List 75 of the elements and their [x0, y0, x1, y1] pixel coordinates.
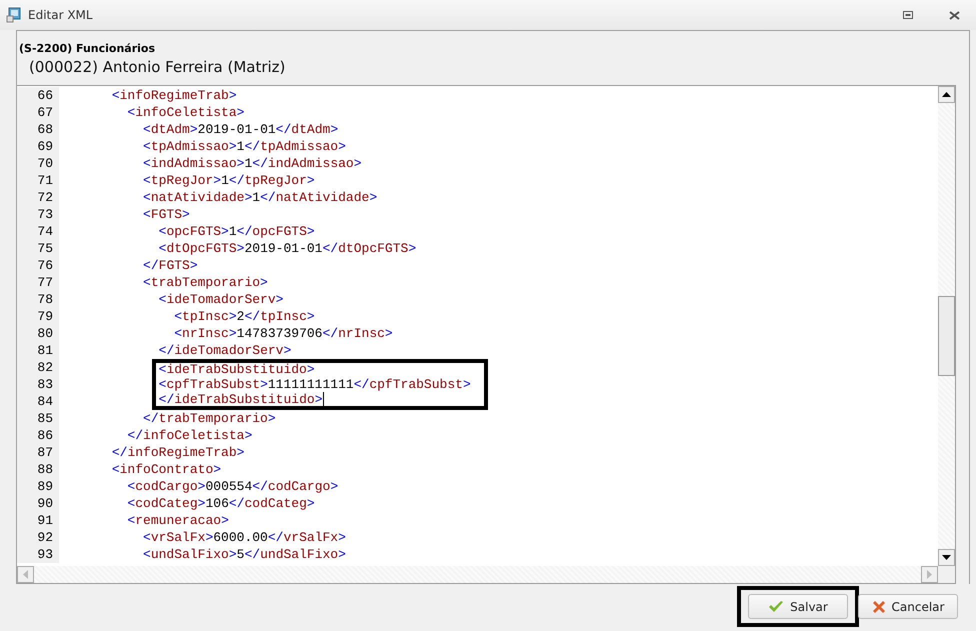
- code-line: </infoCeletista>: [127, 427, 252, 444]
- code-line: <dtAdm>2019-01-01</dtAdm>: [143, 121, 338, 138]
- scroll-up-icon: [942, 92, 951, 97]
- line-number: 78: [36, 292, 53, 307]
- line-number: 68: [36, 122, 53, 137]
- line-number: 82: [36, 360, 53, 375]
- employee-name: (000022) Antonio Ferreira (Matriz): [28, 57, 286, 78]
- code-line: <codCateg>106</codCateg>: [127, 495, 315, 512]
- code-line: </trabTemporario>: [143, 410, 276, 427]
- save-button[interactable]: Salvar: [748, 594, 848, 619]
- line-number: 79: [36, 309, 53, 324]
- line-number: 83: [36, 377, 53, 392]
- line-number: 84: [36, 394, 53, 409]
- window-title: Editar XML: [28, 8, 94, 22]
- vertical-scrollbar[interactable]: [938, 86, 955, 566]
- code-line: <indAdmissao>1</indAdmissao>: [143, 155, 362, 172]
- code-line: <trabTemporario>: [143, 274, 268, 291]
- line-number: 91: [36, 513, 53, 528]
- code-line: <infoRegimeTrab>: [112, 87, 237, 104]
- line-number: 76: [36, 258, 53, 273]
- cross-icon: [872, 600, 886, 614]
- check-icon: [768, 600, 784, 614]
- code-line: <ideTomadorServ>: [158, 291, 284, 308]
- line-number: 70: [36, 156, 53, 171]
- line-number: 85: [36, 411, 53, 426]
- line-number: 66: [36, 88, 53, 103]
- code-line: <dtOpcFGTS>2019-01-01</dtOpcFGTS>: [158, 240, 416, 257]
- cancel-button[interactable]: Cancelar: [858, 594, 958, 619]
- code-line: <tpRegJor>1</tpRegJor>: [143, 172, 315, 189]
- code-line: <ideTrabSubstituido>: [152, 359, 488, 376]
- text-caret: [322, 392, 324, 407]
- scroll-left-icon: [23, 570, 28, 579]
- code-line: </FGTS>: [143, 257, 198, 274]
- code-line: <tpAdmissao>1</tpAdmissao>: [143, 138, 346, 155]
- line-number: 71: [36, 173, 53, 188]
- code-line: <nrInsc>14783739706</nrInsc>: [174, 325, 393, 342]
- scrollbar-thumb[interactable]: [938, 296, 955, 376]
- code-line: <opcFGTS>1</opcFGTS>: [158, 223, 315, 240]
- line-number: 87: [36, 445, 53, 460]
- code-line: </infoRegimeTrab>: [112, 444, 244, 461]
- code-line: <remuneracao>: [127, 512, 229, 529]
- code-line: </ideTrabSubstituido>: [152, 393, 488, 410]
- scroll-down-icon: [942, 555, 951, 560]
- xml-editor[interactable]: [17, 85, 956, 584]
- code-line: <FGTS>: [143, 206, 190, 223]
- line-number: 92: [36, 530, 53, 545]
- code-line: <codCargo>000554</codCargo>: [127, 478, 338, 495]
- close-icon[interactable]: [949, 10, 960, 20]
- code-line: <infoContrato>: [112, 461, 222, 478]
- line-number: 72: [36, 190, 53, 205]
- line-number: 73: [36, 207, 53, 222]
- code-line: <tpInsc>2</tpInsc>: [174, 308, 315, 325]
- line-number: 67: [36, 105, 53, 120]
- app-icon: [6, 7, 22, 23]
- line-number: 89: [36, 479, 53, 494]
- line-number: 74: [36, 224, 53, 239]
- code-line: <undSalFixo>5</undSalFixo>: [143, 546, 346, 563]
- line-number: 75: [36, 241, 53, 256]
- line-number: 80: [36, 326, 53, 341]
- code-line: </ideTomadorServ>: [158, 342, 292, 359]
- line-number: 77: [36, 275, 53, 290]
- code-line: <cpfTrabSubst>11111111111</cpfTrabSubst>: [152, 376, 488, 393]
- code-line: <natAtividade>1</natAtividade>: [143, 189, 378, 206]
- scroll-right-icon: [927, 570, 932, 579]
- line-number: 81: [36, 343, 53, 358]
- line-number: 88: [36, 462, 53, 477]
- restore-icon[interactable]: [903, 11, 913, 19]
- line-number: 69: [36, 139, 53, 154]
- horizontal-scrollbar[interactable]: [17, 566, 938, 583]
- line-number: 86: [36, 428, 53, 443]
- line-number: 93: [36, 547, 53, 562]
- event-title: (S-2200) Funcionários: [18, 41, 156, 55]
- code-line: <vrSalFx>6000.00</vrSalFx>: [143, 529, 346, 546]
- code-line: <infoCeletista>: [127, 104, 244, 121]
- line-number: 90: [36, 496, 53, 511]
